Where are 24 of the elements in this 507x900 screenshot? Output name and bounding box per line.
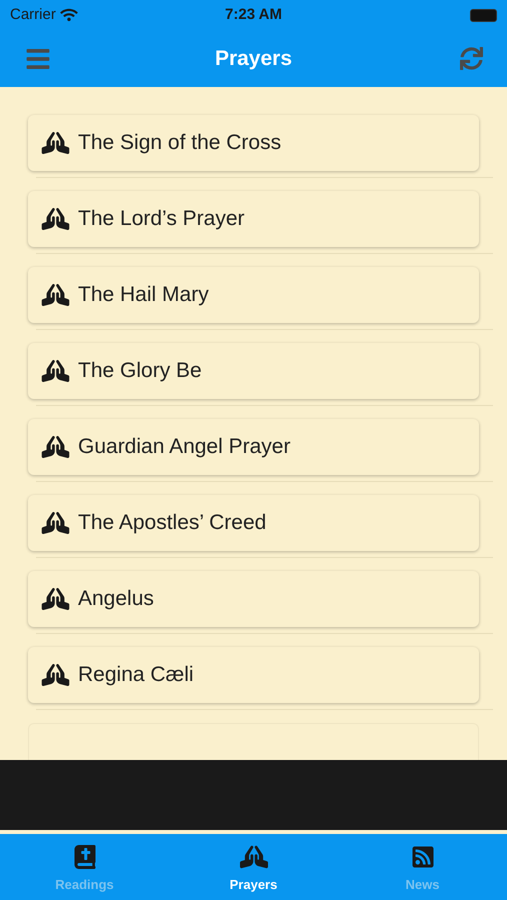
- praying-hands-icon: [41, 512, 70, 534]
- prayer-item[interactable]: The Apostles’ Creed: [28, 495, 479, 551]
- prayer-item[interactable]: The Hail Mary: [28, 267, 479, 323]
- carrier-name: Carrier: [10, 4, 56, 25]
- praying-hands-icon: [41, 588, 70, 610]
- praying-hands-icon: [41, 132, 70, 154]
- prayer-item[interactable]: The Glory Be: [28, 343, 479, 399]
- battery-icon: [470, 8, 497, 22]
- praying-hands-icon: [41, 208, 70, 230]
- praying-hands-icon: [41, 664, 70, 686]
- praying-hands-icon: [240, 845, 268, 870]
- prayer-item[interactable]: The Sign of the Cross: [28, 115, 479, 171]
- prayer-item[interactable]: Regina Cæli: [28, 647, 479, 703]
- header-title: Prayers: [214, 46, 292, 72]
- status-time: 7:23 AM: [225, 4, 282, 25]
- praying-hands-icon: [41, 436, 70, 458]
- praying-hands-icon: [41, 284, 70, 306]
- prayer-item[interactable]: Angelus: [28, 571, 479, 627]
- prayer-item[interactable]: The Lord’s Prayer: [28, 191, 479, 247]
- rss-icon: [410, 845, 434, 870]
- wifi-icon: [60, 8, 78, 22]
- praying-hands-icon: [41, 360, 70, 382]
- prayer-item[interactable]: Guardian Angel Prayer: [28, 419, 479, 475]
- bible-icon: [72, 845, 96, 870]
